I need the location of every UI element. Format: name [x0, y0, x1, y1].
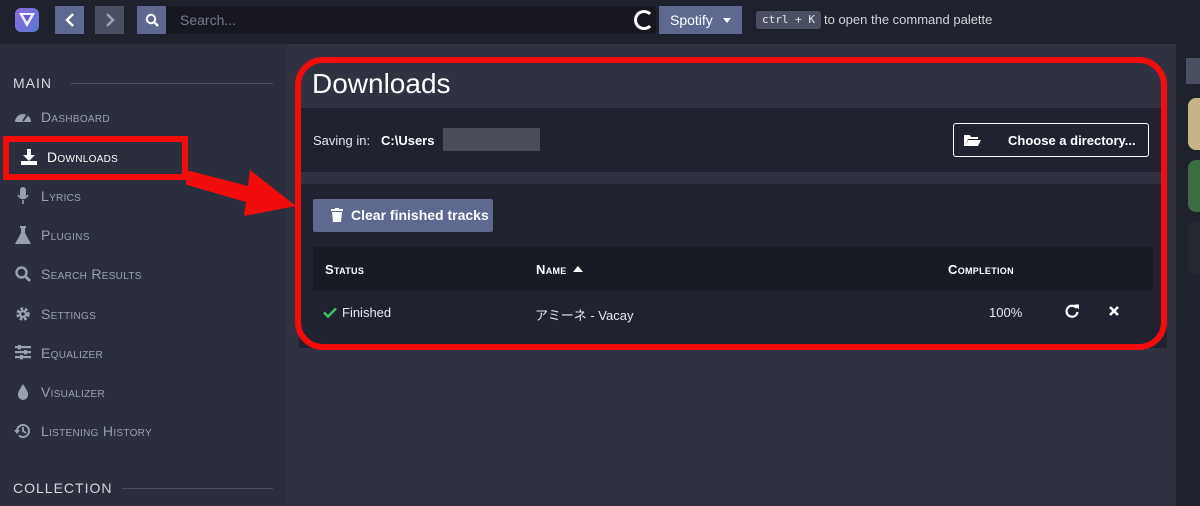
- chevron-right-icon: [105, 13, 115, 27]
- avatar[interactable]: [1188, 160, 1200, 212]
- highlight-box: [295, 57, 1167, 350]
- sidebar-item-label: Dashboard: [41, 109, 110, 125]
- loading-spinner-icon: [634, 10, 654, 30]
- sidebar-item-dashboard[interactable]: Dashboard: [0, 99, 286, 135]
- flask-icon: [13, 226, 33, 244]
- sidebar-item-label: Visualizer: [41, 384, 106, 400]
- sidebar-heading-collection: COLLECTION: [13, 480, 113, 496]
- sidebar-item-visualizer[interactable]: Visualizer: [0, 374, 286, 410]
- sliders-icon: [13, 344, 33, 362]
- shortcut-hint: to open the command palette: [824, 12, 993, 27]
- sidebar-item-label: Plugins: [41, 227, 90, 243]
- top-bar: Spotify ctrl + K to open the command pal…: [0, 0, 1200, 44]
- avatar[interactable]: [1188, 98, 1200, 150]
- source-select[interactable]: Spotify: [659, 6, 742, 34]
- sidebar-item-label: Lyrics: [41, 188, 82, 204]
- drop-icon: [13, 383, 33, 401]
- search-icon: [145, 13, 159, 27]
- divider: [70, 83, 273, 84]
- search-input[interactable]: [166, 6, 656, 34]
- microphone-icon: [13, 187, 33, 205]
- dashboard-icon: [13, 108, 33, 126]
- sidebar-heading-main: MAIN: [13, 75, 52, 91]
- forward-button[interactable]: [95, 6, 124, 34]
- sidebar-item-search-results[interactable]: Search Results: [0, 256, 286, 292]
- search-button[interactable]: [137, 6, 166, 34]
- sidebar-item-label: Listening History: [41, 423, 152, 439]
- search-icon: [13, 265, 33, 283]
- gear-icon: [13, 305, 33, 323]
- source-select-label: Spotify: [670, 12, 713, 28]
- sidebar-item-plugins[interactable]: Plugins: [0, 217, 286, 253]
- sidebar-item-label: Settings: [41, 306, 97, 322]
- divider: [122, 488, 273, 489]
- shortcut-key: ctrl + K: [756, 11, 821, 29]
- arrow-icon: [186, 170, 296, 216]
- sidebar-item-equalizer[interactable]: Equalizer: [0, 335, 286, 371]
- history-icon: [13, 422, 33, 440]
- chevron-left-icon: [64, 13, 74, 27]
- sidebar-item-label: Equalizer: [41, 345, 104, 361]
- caret-down-icon: [723, 18, 731, 23]
- sidebar-item-label: Search Results: [41, 266, 142, 282]
- logo-icon: [19, 13, 35, 27]
- sidebar-item-listening-history[interactable]: Listening History: [0, 413, 286, 449]
- back-button[interactable]: [55, 6, 84, 34]
- highlight-box: [3, 136, 188, 180]
- sidebar-item-settings[interactable]: Settings: [0, 296, 286, 332]
- avatar[interactable]: [1188, 222, 1200, 274]
- close-panel-button[interactable]: [1186, 58, 1200, 84]
- app-logo: [15, 8, 39, 32]
- sidebar: MAIN Dashboard Downloads Lyrics Plugins …: [0, 44, 286, 506]
